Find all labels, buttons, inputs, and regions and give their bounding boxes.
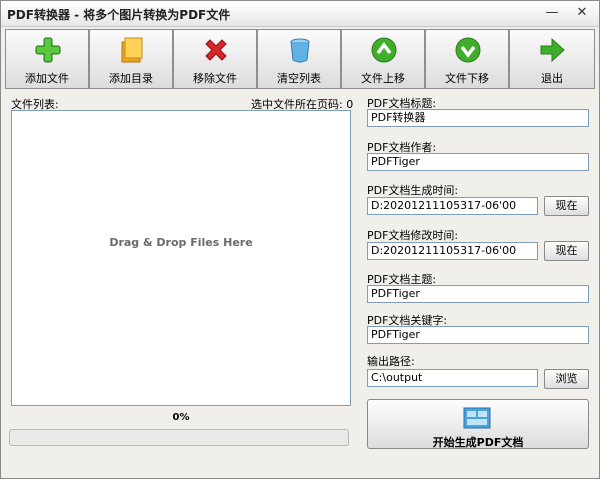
exit-label: 退出 (541, 72, 563, 85)
modified-label: PDF文档修改时间: (367, 229, 459, 242)
add-folder-button[interactable]: 添加目录 (89, 29, 173, 89)
drop-hint: Drag & Drop Files Here (109, 236, 253, 249)
move-up-label: 文件上移 (361, 72, 405, 85)
remove-file-button[interactable]: 移除文件 (173, 29, 257, 89)
app-window: PDF转换器 - 将多个图片转换为PDF文件 — ✕ 添加文件 添加目录 移除文… (0, 0, 600, 479)
created-label: PDF文档生成时间: (367, 184, 459, 197)
title-field[interactable]: PDF转换器 (367, 109, 589, 127)
modified-now-button[interactable]: 现在 (544, 241, 589, 261)
move-up-button[interactable]: 文件上移 (341, 29, 425, 89)
generate-pdf-label: 开始生成PDF文档 (432, 436, 524, 449)
move-down-button[interactable]: 文件下移 (425, 29, 509, 89)
toolbar: 添加文件 添加目录 移除文件 清空列表 文件上移 文件下移 退出 (5, 29, 595, 89)
document-icon (463, 407, 491, 429)
add-folder-label: 添加目录 (109, 72, 153, 85)
exit-button[interactable]: 退出 (509, 29, 595, 89)
keywords-field[interactable]: PDFTiger (367, 326, 589, 344)
close-button[interactable]: ✕ (571, 4, 593, 22)
progress-bar (9, 429, 349, 446)
file-list[interactable]: Drag & Drop Files Here (11, 110, 351, 406)
remove-file-label: 移除文件 (193, 72, 237, 85)
clear-list-button[interactable]: 清空列表 (257, 29, 341, 89)
created-now-button[interactable]: 现在 (544, 196, 589, 216)
browse-button[interactable]: 浏览 (544, 369, 589, 389)
folder-icon (121, 37, 143, 63)
window-title: PDF转换器 - 将多个图片转换为PDF文件 (7, 8, 231, 22)
generate-pdf-button[interactable]: 开始生成PDF文档 (367, 399, 589, 449)
modified-field[interactable]: D:20201211105317-06'00 (367, 242, 538, 260)
arrow-up-icon (371, 37, 397, 63)
arrow-down-icon (455, 37, 481, 63)
delete-x-icon (205, 39, 227, 61)
add-file-label: 添加文件 (25, 72, 69, 85)
bin-icon (290, 38, 310, 63)
subject-field[interactable]: PDFTiger (367, 285, 589, 303)
author-field[interactable]: PDFTiger (367, 153, 589, 171)
exit-arrow-icon (540, 37, 565, 63)
plus-icon (35, 37, 61, 63)
title-bar: PDF转换器 - 将多个图片转换为PDF文件 — ✕ (1, 1, 599, 27)
minimize-button[interactable]: — (541, 4, 563, 22)
created-field[interactable]: D:20201211105317-06'00 (367, 197, 538, 215)
move-down-label: 文件下移 (445, 72, 489, 85)
output-label: 输出路径: (367, 355, 415, 368)
progress-percent: 0% (172, 412, 190, 423)
clear-list-label: 清空列表 (277, 72, 321, 85)
add-file-button[interactable]: 添加文件 (5, 29, 89, 89)
output-path-field[interactable]: C:\output (367, 369, 538, 387)
